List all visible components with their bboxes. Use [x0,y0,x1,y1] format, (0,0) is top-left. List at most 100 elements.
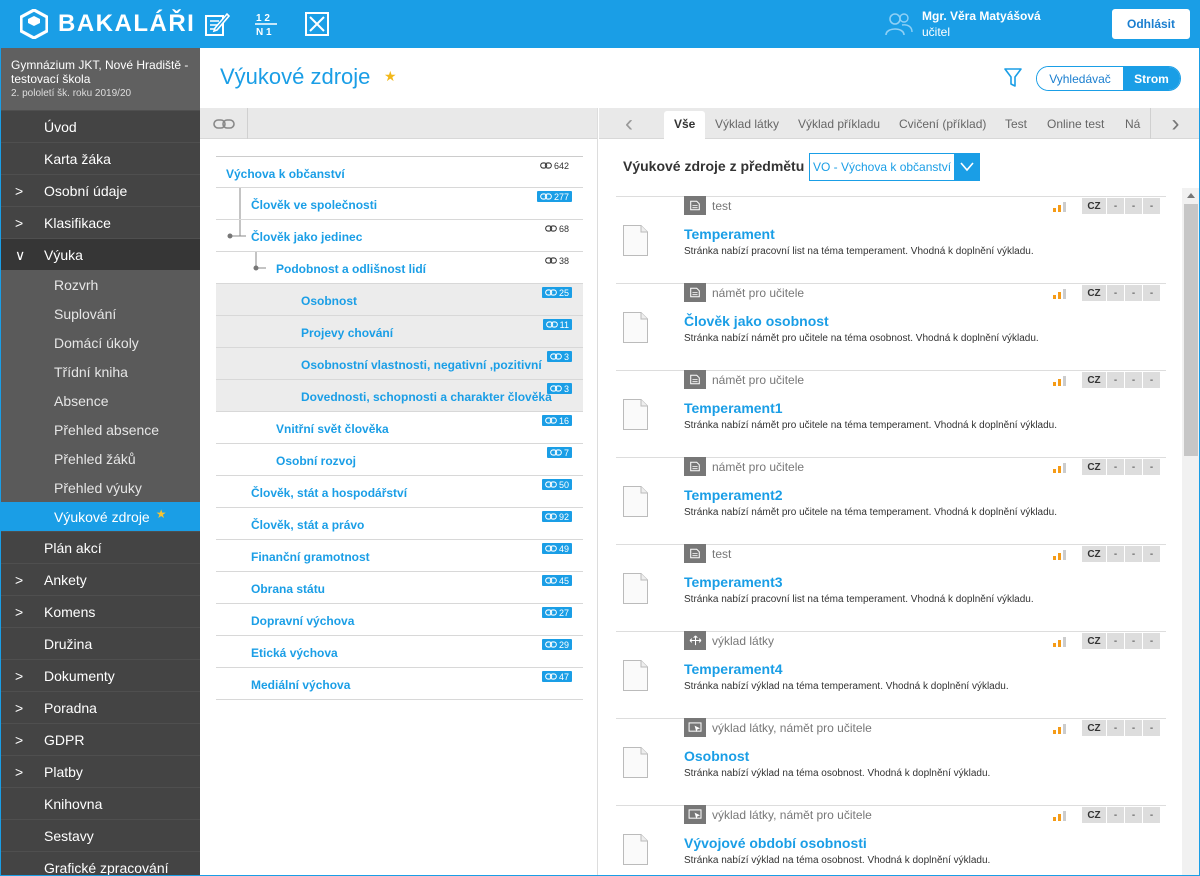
language-button[interactable]: CZ [1082,546,1106,562]
tab-3[interactable]: Cvičení (příklad) [899,117,986,131]
close-box-icon[interactable] [303,10,331,38]
logout-button[interactable]: Odhlásit [1112,9,1190,39]
chevron-down-icon[interactable] [954,154,979,180]
sidebar-item[interactable]: > Osobní údaje [0,174,200,206]
tree-node[interactable]: Výchova k občanství 642 [216,156,583,188]
sidebar-subitem[interactable]: Domácí úkoly [0,328,200,357]
resource-title[interactable]: Temperament2 [684,487,783,503]
slot-button[interactable]: - [1107,633,1124,649]
sidebar-item[interactable]: Sestavy [0,819,200,851]
sidebar-item[interactable]: > Komens [0,595,200,627]
language-button[interactable]: CZ [1082,633,1106,649]
sidebar-subitem[interactable]: Třídní kniha [0,357,200,386]
tabs-next-icon[interactable]: › [1150,108,1200,139]
tree-node[interactable]: Osobnost 25 [216,284,583,316]
tab-4[interactable]: Test [1005,117,1027,131]
tree-node[interactable]: Projevy chování 11 [216,316,583,348]
logo[interactable]: BAKALÁŘI [20,8,195,40]
sidebar-item[interactable]: > GDPR [0,723,200,755]
tree-node[interactable]: Člověk ve společnosti 277 [216,188,583,220]
filter-icon[interactable] [1003,67,1023,89]
slot-button[interactable]: - [1125,546,1142,562]
edit-note-icon[interactable] [203,10,231,38]
sidebar-subitem[interactable]: Přehled žáků [0,444,200,473]
tree-node[interactable]: Osobní rozvoj 7 [216,444,583,476]
tree-node[interactable]: Člověk jako jedinec 68 [216,220,583,252]
resource-title[interactable]: Člověk jako osobnost [684,313,829,329]
tree-node[interactable]: Etická výchova 29 [216,636,583,668]
slot-button[interactable]: - [1107,720,1124,736]
resource-title[interactable]: Vývojové období osobnosti [684,835,867,851]
slot-button[interactable]: - [1125,720,1142,736]
sidebar-item[interactable]: Družina [0,627,200,659]
scrollbar[interactable] [1182,188,1200,876]
tab-1[interactable]: Výklad látky [715,117,779,131]
sidebar-item[interactable]: Karta žáka [0,142,200,174]
sidebar-subitem[interactable]: Výukové zdroje ★ [0,502,200,531]
language-button[interactable]: CZ [1082,807,1106,823]
resource-title[interactable]: Temperament3 [684,574,783,590]
slot-button[interactable]: - [1107,807,1124,823]
fraction-icon[interactable]: 1 2N 1 [252,10,280,38]
language-button[interactable]: CZ [1082,372,1106,388]
sidebar-item[interactable]: Knihovna [0,787,200,819]
sidebar-item[interactable]: > Platby [0,755,200,787]
sidebar-item[interactable]: Plán akcí [0,531,200,563]
sidebar-item[interactable]: > Poradna [0,691,200,723]
language-button[interactable]: CZ [1082,459,1106,475]
resource-title[interactable]: Temperament4 [684,661,783,677]
tree-node[interactable]: Finanční gramotnost 49 [216,540,583,572]
slot-button[interactable]: - [1125,633,1142,649]
slot-button[interactable]: - [1125,807,1142,823]
tree-node[interactable]: Osobnostní vlastnosti, negativní ,poziti… [216,348,583,380]
sidebar-item[interactable]: ∨ Výuka [0,238,200,270]
language-button[interactable]: CZ [1082,198,1106,214]
sidebar-item[interactable]: > Klasifikace [0,206,200,238]
slot-button[interactable]: - [1143,459,1160,475]
tab-2[interactable]: Výklad příkladu [798,117,880,131]
resource-title[interactable]: Temperament [684,226,775,242]
slot-button[interactable]: - [1143,633,1160,649]
slot-button[interactable]: - [1143,198,1160,214]
scrollbar-thumb[interactable] [1184,204,1198,456]
tabs-prev-icon[interactable]: ‹ [604,108,654,139]
tab-5[interactable]: Online test [1047,117,1104,131]
tree-view-option[interactable]: Strom [1123,67,1180,90]
language-button[interactable]: CZ [1082,720,1106,736]
search-view-option[interactable]: Vyhledávač [1037,67,1123,90]
tree-node[interactable]: Vnitřní svět člověka 16 [216,412,583,444]
tree-node[interactable]: Mediální výchova 47 [216,668,583,700]
subject-select[interactable]: VO - Výchova k občanství [809,153,980,181]
language-button[interactable]: CZ [1082,285,1106,301]
resource-title[interactable]: Osobnost [684,748,749,764]
link-button[interactable] [200,108,248,139]
slot-button[interactable]: - [1125,372,1142,388]
slot-button[interactable]: - [1107,198,1124,214]
sidebar-item[interactable]: Grafické zpracování [0,851,200,876]
slot-button[interactable]: - [1125,285,1142,301]
slot-button[interactable]: - [1125,198,1142,214]
tree-node[interactable]: Člověk, stát a právo 92 [216,508,583,540]
slot-button[interactable]: - [1107,459,1124,475]
slot-button[interactable]: - [1125,459,1142,475]
slot-button[interactable]: - [1107,285,1124,301]
sidebar-item[interactable]: > Dokumenty [0,659,200,691]
slot-button[interactable]: - [1107,546,1124,562]
favorite-star-icon[interactable]: ★ [384,68,397,85]
scroll-up-icon[interactable] [1182,188,1200,202]
tab-0[interactable]: Vše [664,111,706,139]
sidebar-subitem[interactable]: Suplování [0,299,200,328]
sidebar-item[interactable]: > Ankety [0,563,200,595]
slot-button[interactable]: - [1107,372,1124,388]
tree-node[interactable]: Dopravní výchova 27 [216,604,583,636]
sidebar-subitem[interactable]: Přehled výuky [0,473,200,502]
sidebar-subitem[interactable]: Rozvrh [0,270,200,299]
slot-button[interactable]: - [1143,546,1160,562]
slot-button[interactable]: - [1143,285,1160,301]
slot-button[interactable]: - [1143,372,1160,388]
resource-title[interactable]: Temperament1 [684,400,783,416]
sidebar-subitem[interactable]: Přehled absence [0,415,200,444]
sidebar-item[interactable]: Úvod [0,110,200,142]
tree-node[interactable]: Dovednosti, schopnosti a charakter člově… [216,380,583,412]
tab-6[interactable]: Ná [1125,117,1140,131]
